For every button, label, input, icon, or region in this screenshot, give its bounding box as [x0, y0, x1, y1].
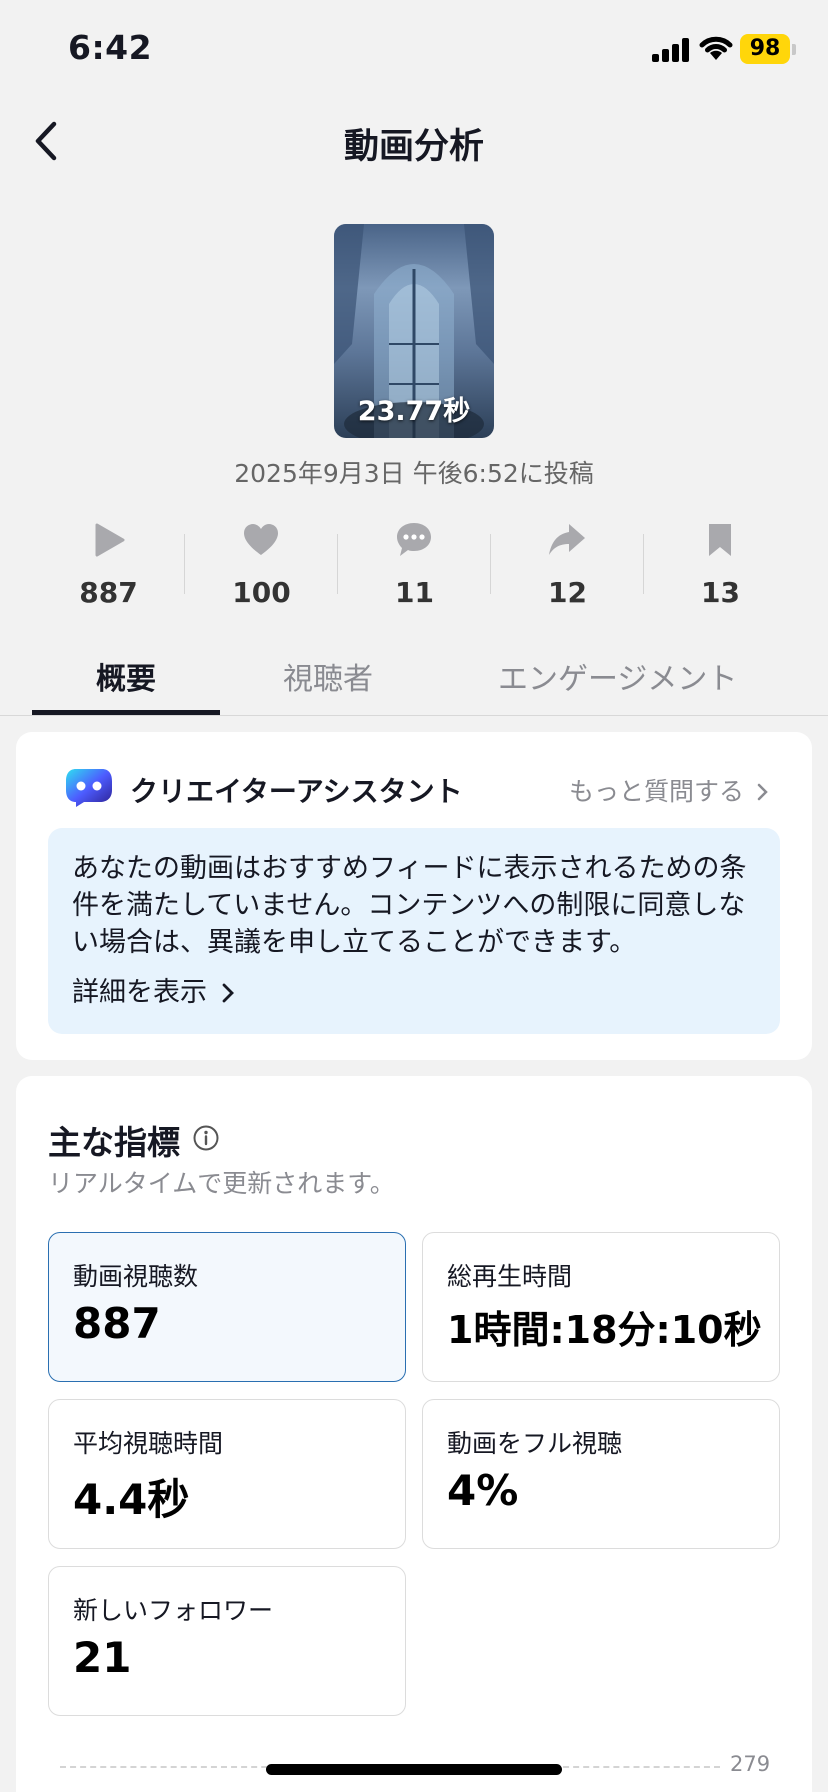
ask-more-label: もっと質問する — [569, 777, 745, 806]
status-time: 6:42 — [68, 28, 153, 67]
post-date: 2025年9月3日 午後6:52に投稿 — [234, 459, 594, 488]
heart-icon — [244, 524, 278, 555]
metric-value: 21 — [73, 1633, 132, 1682]
metric-value: 4% — [447, 1466, 519, 1515]
metric-label: 総再生時間 — [447, 1262, 573, 1291]
tab-engagement[interactable]: エンゲージメント — [498, 654, 737, 698]
metric-label: 動画視聴数 — [73, 1262, 199, 1291]
metric-label: 新しいフォロワー — [73, 1596, 274, 1625]
stat-comments: 11 — [338, 518, 491, 618]
assistant-title: クリエイターアシスタント — [130, 775, 463, 808]
key-metrics-card: 主な指標 リアルタイムで更新されます。 動画視聴数 887 総再生時間 1時間:… — [16, 1076, 812, 1792]
video-thumbnail[interactable]: 23.77秒 — [334, 224, 494, 438]
stat-likes-value: 100 — [232, 576, 291, 609]
bookmark-icon — [709, 524, 731, 556]
metric-average-watch-time[interactable]: 平均視聴時間 4.4秒 — [48, 1399, 406, 1549]
notice-text: あなたの動画はおすすめフィードに表示されるための条件を満たしていません。コンテン… — [72, 853, 747, 958]
stat-views-value: 887 — [79, 576, 138, 609]
active-tab-indicator — [32, 710, 220, 715]
recommendation-notice: あなたの動画はおすすめフィードに表示されるための条件を満たしていません。コンテン… — [48, 828, 780, 1034]
share-icon — [549, 524, 585, 555]
video-analytics-screen: 6:42 98 動画分析 23.77秒 2025年9月3日 午後6:52に投稿 … — [0, 0, 828, 1792]
tab-bar: 概要 視聴者 エンゲージメント — [0, 640, 828, 716]
chart-y-tick: 279 — [730, 1752, 771, 1776]
metric-value: 887 — [73, 1299, 161, 1348]
metric-label: 動画をフル視聴 — [447, 1429, 623, 1458]
battery-tip — [792, 44, 796, 55]
stat-saves: 13 — [644, 518, 797, 618]
chevron-right-icon — [757, 783, 768, 801]
stat-likes: 100 — [185, 518, 338, 618]
stat-shares: 12 — [491, 518, 644, 618]
metrics-subtitle: リアルタイムで更新されます。 — [48, 1169, 395, 1198]
tab-overview[interactable]: 概要 — [96, 654, 156, 698]
metric-new-followers[interactable]: 新しいフォロワー 21 — [48, 1566, 406, 1716]
status-bar: 6:42 98 — [0, 0, 828, 100]
ask-more-link[interactable]: もっと質問する — [569, 772, 770, 808]
page-title: 動画分析 — [343, 127, 484, 167]
info-icon[interactable] — [192, 1124, 220, 1152]
stat-saves-value: 13 — [701, 576, 740, 609]
metric-total-watch-time[interactable]: 総再生時間 1時間:18分:10秒 — [422, 1232, 780, 1382]
home-indicator[interactable] — [266, 1764, 562, 1775]
video-duration: 23.77秒 — [357, 396, 471, 427]
metric-video-views[interactable]: 動画視聴数 887 — [48, 1232, 406, 1382]
play-icon — [95, 523, 125, 557]
metric-value: 4.4秒 — [73, 1475, 190, 1524]
creator-assistant-card: クリエイターアシスタント もっと質問する あなたの動画はおすすめフィードに表示さ… — [16, 732, 812, 1060]
stat-comments-value: 11 — [395, 576, 434, 609]
cellular-signal-icon — [652, 38, 690, 62]
battery-level: 98 — [740, 34, 790, 64]
show-details-link[interactable]: 詳細を表示 — [72, 970, 236, 1009]
metric-label: 平均視聴時間 — [73, 1429, 224, 1458]
assistant-logo-icon — [66, 769, 112, 807]
comment-icon — [397, 523, 431, 556]
metrics-title: 主な指標 — [48, 1123, 180, 1162]
metric-full-video-watched[interactable]: 動画をフル視聴 4% — [422, 1399, 780, 1549]
stat-views: 887 — [32, 518, 185, 618]
engagement-stats: 887 100 11 12 13 — [32, 518, 796, 618]
metric-value: 1時間:18分:10秒 — [447, 1308, 762, 1352]
tab-viewers[interactable]: 視聴者 — [283, 654, 373, 698]
wifi-icon — [699, 36, 733, 60]
show-details-label: 詳細を表示 — [72, 977, 207, 1008]
chevron-right-icon — [222, 983, 234, 1003]
stat-shares-value: 12 — [548, 576, 587, 609]
